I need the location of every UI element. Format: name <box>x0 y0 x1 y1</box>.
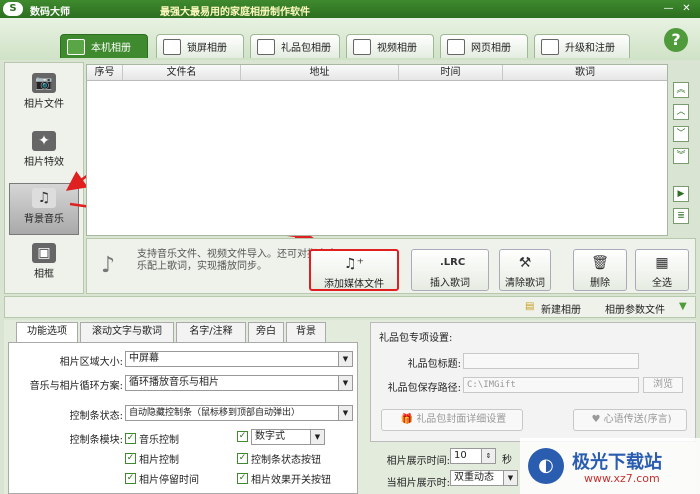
watermark-url: www.xz7.com <box>584 472 660 485</box>
dropdown-arrow-icon: ▼ <box>338 352 352 366</box>
site-watermark: ◐ 极光下载站 www.xz7.com <box>520 438 700 494</box>
gift-settings-header: 礼品包专项设置: <box>379 333 453 344</box>
col-time[interactable]: 时间 <box>399 65 503 80</box>
check-icon: ✓ <box>125 473 136 484</box>
display-time-label: 相片展示时间: <box>386 456 450 467</box>
col-filename[interactable]: 文件名 <box>123 65 241 80</box>
chevron-down-icon[interactable]: ▼ <box>679 301 687 312</box>
subtab-background[interactable]: 背景 <box>286 322 326 342</box>
check-icon: ✓ <box>237 431 248 442</box>
col-index[interactable]: 序号 <box>87 65 123 80</box>
gift-cover-settings-button[interactable]: 🎁 礼品包封面详细设置 <box>381 409 523 431</box>
gift-path-label: 礼品包保存路径: <box>387 383 461 394</box>
music-control-checkbox[interactable]: ✓ 音乐控制 <box>125 431 179 446</box>
display-time-input[interactable]: 10 ⇕ <box>450 448 496 464</box>
brand-logo-icon: ◐ <box>528 448 564 484</box>
watermark-brand: 极光下载站 <box>572 452 662 473</box>
check-icon: ✓ <box>125 453 136 464</box>
move-up-button[interactable]: ︿ <box>673 104 689 120</box>
loop-select[interactable]: 循环播放音乐与相片 ▼ <box>125 375 353 391</box>
move-down-button[interactable]: ﹀ <box>673 126 689 142</box>
album-params-link[interactable]: 相册参数文件 <box>605 301 665 316</box>
display-mode-select[interactable]: 双重动态 ▼ <box>450 470 518 486</box>
new-album-link[interactable]: 新建相册 <box>541 301 581 316</box>
heart-message-button[interactable]: ♥ 心语传送(序言) <box>573 409 687 431</box>
ctrlbar-state-button-checkbox[interactable]: ✓ 控制条状态按钮 <box>237 451 321 466</box>
subtab-scroll-lyrics[interactable]: 滚动文字与歌词 <box>80 322 174 342</box>
display-mode-label: 当相片展示时: <box>386 478 450 489</box>
move-top-button[interactable]: ︽ <box>673 82 689 98</box>
media-table[interactable]: 序号 文件名 地址 时间 歌词 <box>86 64 668 236</box>
photo-stay-time-checkbox[interactable]: ✓ 相片停留时间 <box>125 471 199 486</box>
ctrlbar-state-label: 控制条状态: <box>69 411 123 422</box>
trash-icon: 🗑 <box>591 255 609 271</box>
dropdown-arrow-icon: ▼ <box>503 471 517 485</box>
numeric-checkbox[interactable]: ✓ <box>237 431 248 442</box>
effect-switch-checkbox[interactable]: ✓ 相片效果开关按钮 <box>237 471 331 486</box>
select-all-button[interactable]: ▦ 全选 <box>635 249 689 291</box>
move-bottom-button[interactable]: ︾ <box>673 148 689 164</box>
gift-title-label: 礼品包标题: <box>407 359 461 370</box>
browse-button[interactable]: 浏览 <box>643 377 683 393</box>
spinner-icon[interactable]: ⇕ <box>481 449 495 463</box>
gift-title-input[interactable] <box>463 353 639 369</box>
loop-label: 音乐与相片循环方案: <box>29 381 123 392</box>
dropdown-arrow-icon: ▼ <box>310 430 324 444</box>
add-media-button[interactable]: ♫⁺ 添加媒体文件 <box>309 249 399 291</box>
col-path[interactable]: 地址 <box>241 65 399 80</box>
subtab-function-options[interactable]: 功能选项 <box>16 322 78 342</box>
ctrlbar-modules-label: 控制条模块: <box>69 435 123 446</box>
gift-settings-panel: 礼品包专项设置: 礼品包标题: 礼品包保存路径: C:\IMGift 浏览 🎁 … <box>370 322 696 442</box>
numeric-style-select[interactable]: 数字式 ▼ <box>251 429 325 445</box>
subtab-name-notes[interactable]: 名字/注释 <box>176 322 246 342</box>
eraser-icon: ⚒ <box>518 255 532 271</box>
subtab-narration[interactable]: 旁白 <box>248 322 284 342</box>
table-header: 序号 文件名 地址 时间 歌词 <box>87 65 667 81</box>
seconds-unit: 秒 <box>502 455 512 466</box>
function-options-panel: 相片区域大小: 中屏幕 ▼ 音乐与相片循环方案: 循环播放音乐与相片 ▼ 控制条状态… <box>8 342 358 494</box>
document-icon: ▤ <box>525 301 535 312</box>
gift-icon: 🎁 <box>400 414 417 425</box>
music-note-icon: ♪ <box>101 253 116 278</box>
check-icon: ✓ <box>125 433 136 444</box>
area-size-select[interactable]: 中屏幕 ▼ <box>125 351 353 367</box>
check-icon: ✓ <box>237 453 248 464</box>
insert-lyrics-button[interactable]: .LRC 插入歌词 <box>411 249 489 291</box>
play-button[interactable]: ▶ <box>673 186 689 202</box>
heart-icon: ♥ <box>591 414 604 425</box>
list-button[interactable]: ≣ <box>673 208 689 224</box>
delete-button[interactable]: 🗑 删除 <box>573 249 627 291</box>
ctrlbar-state-select[interactable]: 自动隐藏控制条（鼠标移到顶部自动弹出） ▼ <box>125 405 353 421</box>
photo-control-checkbox[interactable]: ✓ 相片控制 <box>125 451 179 466</box>
area-size-label: 相片区域大小: <box>59 357 123 368</box>
action-bar: ♪ 支持音乐文件、视频文件导入。还可对指定音乐配上歌词，实现播放同步。 ♫⁺ 添… <box>86 238 696 294</box>
col-lyrics[interactable]: 歌词 <box>503 65 667 80</box>
lrc-icon: .LRC <box>440 257 466 268</box>
grid-icon: ▦ <box>655 255 669 271</box>
media-hint: 支持音乐文件、视频文件导入。还可对指定音乐配上歌词，实现播放同步。 <box>137 249 337 272</box>
dropdown-arrow-icon: ▼ <box>338 376 352 390</box>
album-bar: ▤ 新建相册 相册参数文件 ▼ <box>4 296 696 318</box>
dropdown-arrow-icon: ▼ <box>338 406 352 420</box>
check-icon: ✓ <box>237 473 248 484</box>
clear-lyrics-button[interactable]: ⚒ 清除歌词 <box>499 249 551 291</box>
add-music-icon: ♫⁺ <box>344 256 364 272</box>
gift-path-input[interactable]: C:\IMGift <box>463 377 639 393</box>
